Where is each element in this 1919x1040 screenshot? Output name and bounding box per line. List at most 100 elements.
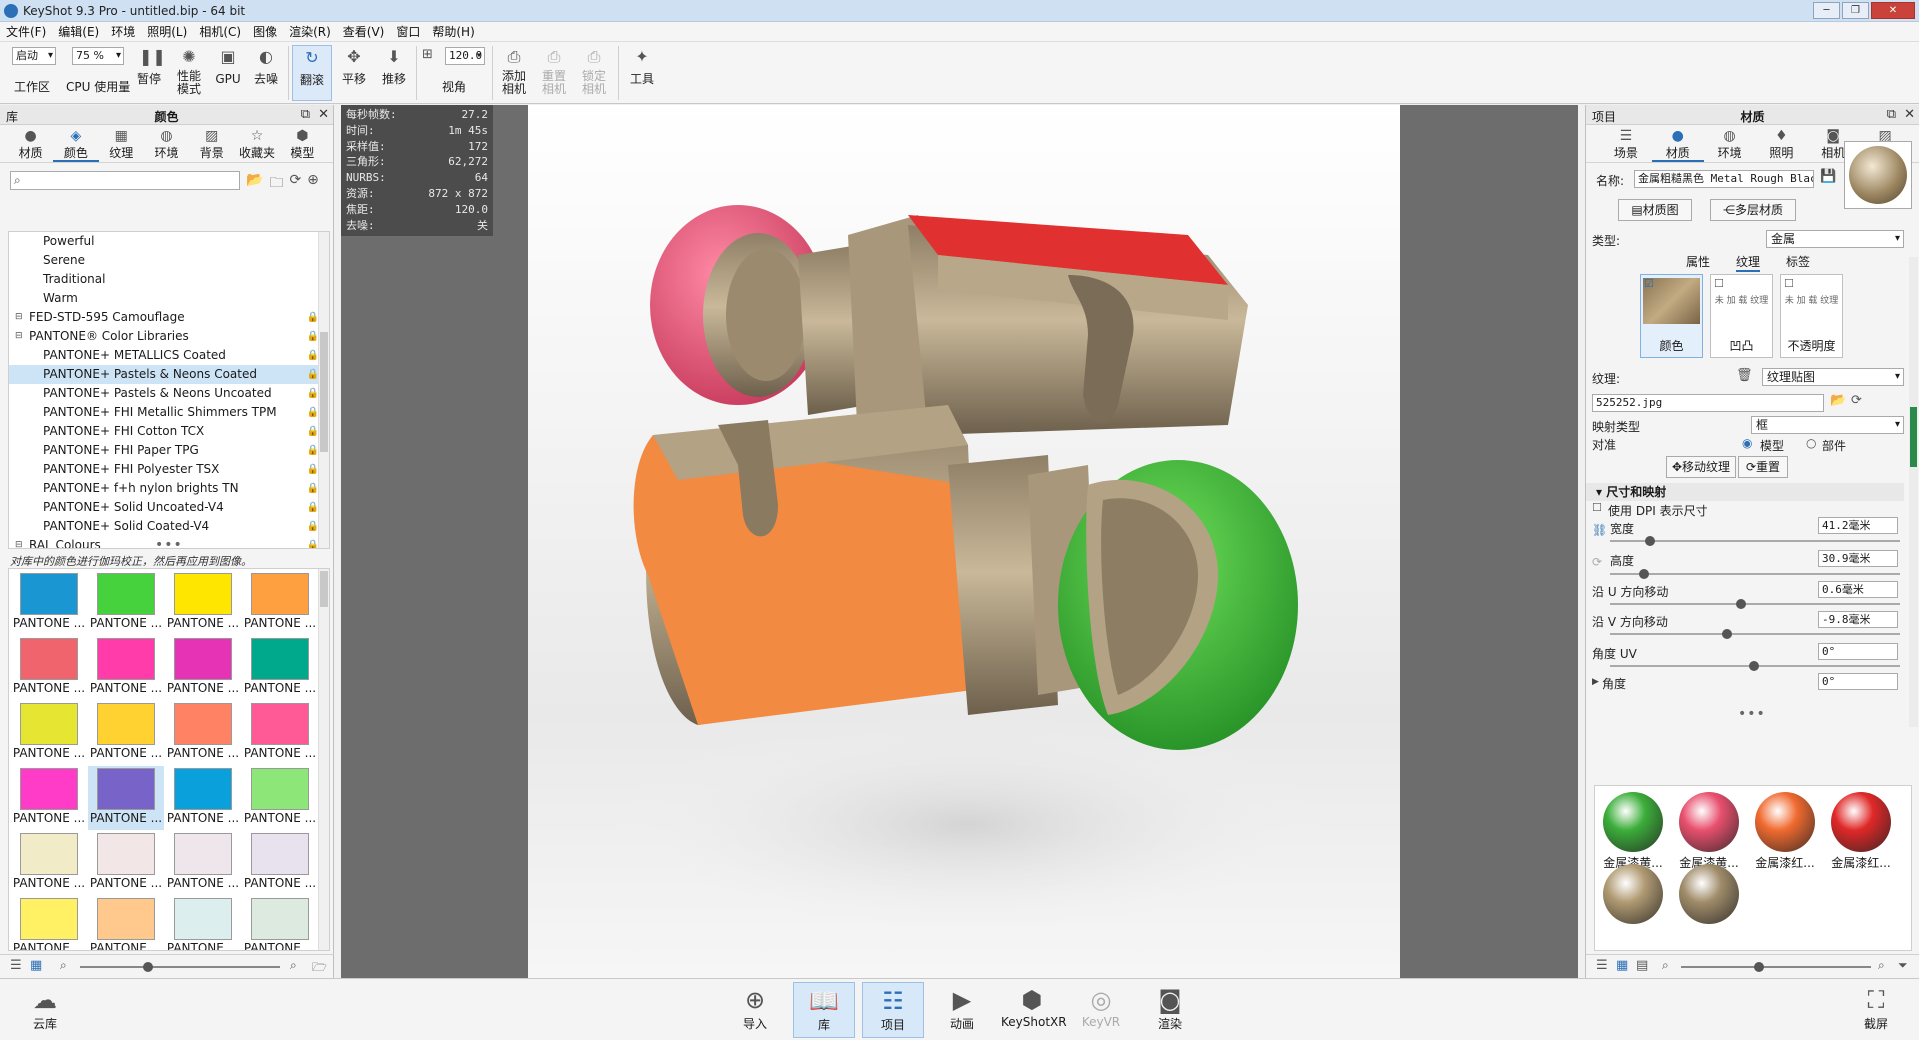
tree-item[interactable]: PANTONE+ FHI Metallic Shimmers TPM 🔒 <box>9 403 329 422</box>
close-button[interactable]: ✕ <box>1871 2 1915 19</box>
tree-item[interactable]: PANTONE+ METALLICS Coated 🔒 <box>9 346 329 365</box>
shift-v-slider-knob[interactable] <box>1722 629 1732 639</box>
properties-scrollbar[interactable] <box>1909 257 1918 727</box>
refresh-icon[interactable]: ⟳ <box>1851 393 1862 408</box>
tree-item[interactable]: Powerful <box>9 232 329 251</box>
mapping-type-dropdown[interactable]: 框 <box>1751 416 1904 434</box>
thumbnail-size-knob[interactable] <box>143 962 153 972</box>
dolly-button[interactable]: ⬇ 推移 <box>376 45 412 86</box>
panel-close-icon[interactable]: ✕ <box>1904 107 1915 122</box>
lock-camera-button[interactable]: ⎙ 锁定 相机 <box>576 45 612 96</box>
texture-file-input[interactable]: 525252.jpg <box>1592 394 1824 412</box>
menu-render[interactable]: 渲染(R) <box>283 23 337 40</box>
tree-item[interactable]: PANTONE+ Pastels & Neons Coated 🔒 <box>9 365 329 384</box>
tab-colors[interactable]: ◈ 颜色 <box>53 125 99 162</box>
folder-open-icon[interactable]: 📂 <box>1830 393 1846 408</box>
reset-button[interactable]: ⟳重置 <box>1738 456 1788 478</box>
pan-button[interactable]: ✥ 平移 <box>336 45 372 86</box>
tab-scene[interactable]: ☰ 场景 <box>1600 125 1652 162</box>
maximize-button[interactable]: ❐ <box>1842 2 1869 19</box>
cpu-usage-label[interactable]: CPU 使用量 <box>66 78 130 95</box>
denoise-button[interactable]: ◐ 去噪 <box>248 45 284 86</box>
tree-item[interactable]: Serene <box>9 251 329 270</box>
expand-toggle-icon[interactable]: ⊟ <box>15 308 23 327</box>
pause-button[interactable]: ❚❚ 暂停 <box>131 45 167 86</box>
material-thumbnail[interactable] <box>1603 864 1663 924</box>
import-button[interactable]: ⊕ 导入 <box>724 982 786 1038</box>
tree-item[interactable]: PANTONE® Color Libraries ⊟ 🔒 <box>9 327 329 346</box>
tab-textures[interactable]: ▦ 纹理 <box>99 125 144 162</box>
color-swatch[interactable]: PANTONE ... <box>88 701 164 765</box>
cloud-library-button[interactable]: ☁ 云库 <box>14 982 76 1038</box>
tools-button[interactable]: ✦ 工具 <box>624 45 660 86</box>
keyshotxr-button[interactable]: ⬢ KeyShotXR <box>1001 982 1067 1038</box>
material-thumbnail[interactable] <box>1755 792 1815 852</box>
material-type-dropdown[interactable]: 金属 <box>1766 230 1904 248</box>
menu-edit[interactable]: 编辑(E) <box>52 23 105 40</box>
tree-item[interactable]: PANTONE+ f+h nylon brights TN 🔒 <box>9 479 329 498</box>
texture-type-dropdown[interactable]: 纹理贴图 <box>1762 368 1904 386</box>
project-button[interactable]: ☷ 项目 <box>862 982 924 1038</box>
thumbnail-size-knob[interactable] <box>1754 962 1764 972</box>
color-swatch[interactable]: PANTONE ... <box>165 766 241 830</box>
material-thumbnail[interactable] <box>1603 792 1663 852</box>
zoom-in-icon[interactable]: ⌕ <box>1878 958 1885 973</box>
filter-icon[interactable]: ⏷ <box>1898 958 1908 973</box>
refresh-icon[interactable]: ⟳ <box>289 172 301 196</box>
tree-item[interactable]: PANTONE+ FHI Cotton TCX 🔒 <box>9 422 329 441</box>
color-swatch[interactable]: PANTONE ... <box>165 831 241 895</box>
splitter-handle-icon[interactable]: ••• <box>155 537 183 553</box>
folder-add-icon[interactable]: 🗀 <box>269 172 283 196</box>
tree-item[interactable]: Warm <box>9 289 329 308</box>
panel-close-icon[interactable]: ✕ <box>318 107 329 122</box>
zoom-in-icon[interactable]: ⌕ <box>290 958 297 973</box>
width-input[interactable]: 41.2毫米 <box>1818 517 1898 534</box>
render-button[interactable]: ◙ 渲染 <box>1139 982 1201 1038</box>
tree-item[interactable]: PANTONE+ Pastels & Neons Uncoated 🔒 <box>9 384 329 403</box>
color-swatch[interactable]: PANTONE ... <box>88 766 164 830</box>
align-model-option[interactable]: 模型 <box>1760 437 1784 454</box>
material-name-input[interactable]: 金属粗糙黑色 Metal Rough Black <box>1634 170 1814 188</box>
texture-slot-bump[interactable]: 未 加 载 纹理 ☐ 凹凸 <box>1710 274 1773 358</box>
mode-select[interactable]: 启动 <box>12 47 56 65</box>
gpu-button[interactable]: ▣ GPU <box>210 45 246 86</box>
tile-view-icon[interactable]: ▤ <box>1636 958 1648 973</box>
tree-scrollbar[interactable] <box>318 232 329 548</box>
color-swatch[interactable]: PANTONE ... <box>11 701 87 765</box>
size-mapping-section[interactable]: ▾ 尺寸和映射 <box>1586 483 1904 501</box>
shift-u-input[interactable]: 0.6毫米 <box>1818 581 1898 598</box>
import-folder-icon[interactable]: 🗁 <box>312 958 327 979</box>
swatch-scrollbar-thumb[interactable] <box>320 571 328 607</box>
checkbox-icon[interactable]: ☐ <box>1592 501 1602 514</box>
color-swatch[interactable]: PANTONE ... <box>165 701 241 765</box>
color-swatch[interactable]: PANTONE ... <box>88 571 164 635</box>
subtab-textures[interactable]: 纹理 <box>1736 253 1761 272</box>
tab-favorites[interactable]: ☆ 收藏夹 <box>234 125 279 162</box>
link-icon[interactable]: ⛓ <box>1592 523 1607 537</box>
workspace-label[interactable]: 工作区 <box>14 78 50 95</box>
thumbnail-size-slider[interactable] <box>80 966 280 968</box>
list-view-icon[interactable]: ☰ <box>10 958 22 973</box>
menu-environment[interactable]: 环境 <box>105 23 141 40</box>
color-swatch[interactable]: PANTONE ... <box>11 896 87 950</box>
refresh-icon[interactable]: ⟳ <box>1592 555 1602 569</box>
properties-scrollbar-thumb[interactable] <box>1910 407 1917 467</box>
thumbnail-size-slider[interactable] <box>1681 966 1871 968</box>
color-swatch[interactable]: PANTONE ... <box>242 831 318 895</box>
color-swatch[interactable]: PANTONE ... <box>88 636 164 700</box>
performance-mode-button[interactable]: ✺ 性能 模式 <box>171 45 207 96</box>
tree-item[interactable]: FED-STD-595 Camouflage ⊟ 🔒 <box>9 308 329 327</box>
multi-material-button[interactable]: ⋲多层材质 <box>1710 199 1796 221</box>
tab-environments[interactable]: ◍ 环境 <box>144 125 189 162</box>
tab-backplates[interactable]: ▨ 背景 <box>189 125 234 162</box>
expand-toggle-icon[interactable]: ⊟ <box>15 327 23 346</box>
color-swatch[interactable]: PANTONE ... <box>242 636 318 700</box>
add-camera-button[interactable]: ⎙ 添加 相机 <box>496 45 532 96</box>
tree-item[interactable]: Traditional <box>9 270 329 289</box>
tree-item[interactable]: PANTONE+ Solid Uncoated-V4 🔒 <box>9 498 329 517</box>
folder-open-icon[interactable]: 📂 <box>246 172 263 196</box>
menu-view[interactable]: 查看(V) <box>337 23 391 40</box>
texture-slot-color[interactable]: ☑ 颜色 <box>1640 274 1703 358</box>
color-swatch[interactable]: PANTONE ... <box>242 701 318 765</box>
tree-scrollbar-thumb[interactable] <box>320 332 328 452</box>
